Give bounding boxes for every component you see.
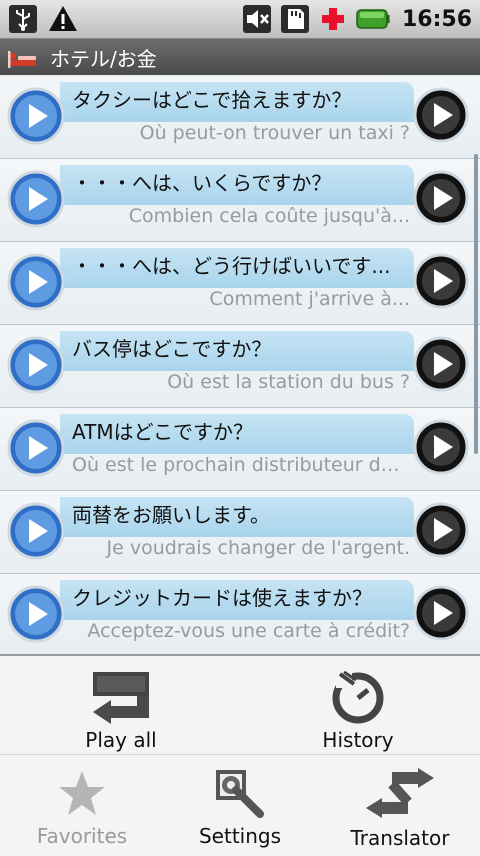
translator-button[interactable]: Translator [340,768,460,850]
phrase-row[interactable]: クレジットカードは使えますか？ Acceptez-vous une carte … [0,574,480,654]
play-all-button[interactable]: Play all [60,668,182,752]
translator-label: Translator [350,826,450,850]
list-scrollbar[interactable] [474,154,478,454]
play-japanese-icon[interactable] [6,169,66,229]
play-french-icon[interactable] [412,418,470,476]
history-icon [332,670,384,724]
play-french-icon[interactable] [412,86,470,144]
phrase-french: Combien cela coûte jusqu'à... [128,205,410,227]
play-japanese-icon[interactable] [6,584,66,644]
phrase-french: Comment j'arrive à... [209,288,410,310]
phrase-japanese: バス停はどこですか？ [72,337,272,361]
phrase-japanese: タクシーはどこで拾えますか？ [72,88,352,112]
phrase-japanese: 両替をお願いします。 [72,503,270,527]
phrase-japanese: ATMはどこですか？ [72,420,254,444]
phrase-french: Acceptez-vous une carte à crédit? [87,620,410,642]
phrase-row[interactable]: ・・・へは、いくらですか？ Combien cela coûte jusqu'à… [0,159,480,242]
play-all-icon [93,672,149,724]
status-bar: 16:56 [0,0,480,39]
options-menu: Play all History Favorites Settings Tran… [0,654,480,856]
warning-icon [49,6,77,31]
phrase-japanese: ・・・へは、いくらですか？ [72,171,332,195]
page-title: ホテル/お金 [50,46,157,71]
phrase-list[interactable]: タクシーはどこで拾えますか？ Où peut-on trouver un tax… [0,76,480,654]
play-french-icon[interactable] [412,501,470,559]
phrase-french: Où est la station du bus ? [167,371,410,393]
menu-divider [0,754,480,755]
play-french-icon[interactable] [412,584,470,642]
favorites-button[interactable]: Favorites [22,768,142,848]
history-label: History [322,728,394,752]
phrase-row[interactable]: バス停はどこですか？ Où est la station du bus ? [0,325,480,408]
play-japanese-icon[interactable] [6,86,66,146]
star-icon [59,771,105,815]
clock-time: 16:56 [401,6,472,32]
phrase-row[interactable]: タクシーはどこで拾えますか？ Où peut-on trouver un tax… [0,76,480,159]
play-japanese-icon[interactable] [6,252,66,312]
phrase-french: Je voudrais changer de l'argent. [106,537,410,559]
battery-icon [356,9,390,29]
play-japanese-icon[interactable] [6,501,66,561]
phrase-row[interactable]: 両替をお願いします。 Je voudrais changer de l'arge… [0,491,480,574]
phrase-japanese: ・・・へは、どう行けばいいです... [72,254,391,278]
medical-cross-icon [321,8,344,30]
wrench-settings-icon [216,770,264,818]
favorites-label: Favorites [36,824,128,848]
settings-label: Settings [198,824,282,848]
usb-icon [9,5,37,33]
phrase-french: Où est le prochain distributeur de ... [72,454,410,476]
phrase-french: Où peut-on trouver un taxi ? [139,122,410,144]
phrase-japanese: クレジットカードは使えますか？ [72,586,372,610]
phrase-row[interactable]: ATMはどこですか？ Où est le prochain distribute… [0,408,480,491]
play-french-icon[interactable] [412,335,470,393]
phrase-row[interactable]: ・・・へは、どう行けばいいです... Comment j'arrive à... [0,242,480,325]
title-bar: ホテル/お金 [0,39,480,75]
play-french-icon[interactable] [412,252,470,310]
swap-arrows-icon [366,768,434,818]
mute-icon [242,5,271,33]
settings-button[interactable]: Settings [180,768,300,848]
play-french-icon[interactable] [412,169,470,227]
sd-card-icon [280,5,309,33]
history-button[interactable]: History [298,668,418,752]
play-japanese-icon[interactable] [6,335,66,395]
play-japanese-icon[interactable] [6,418,66,478]
play-all-label: Play all [85,728,157,752]
hotel-bed-icon [8,51,36,68]
